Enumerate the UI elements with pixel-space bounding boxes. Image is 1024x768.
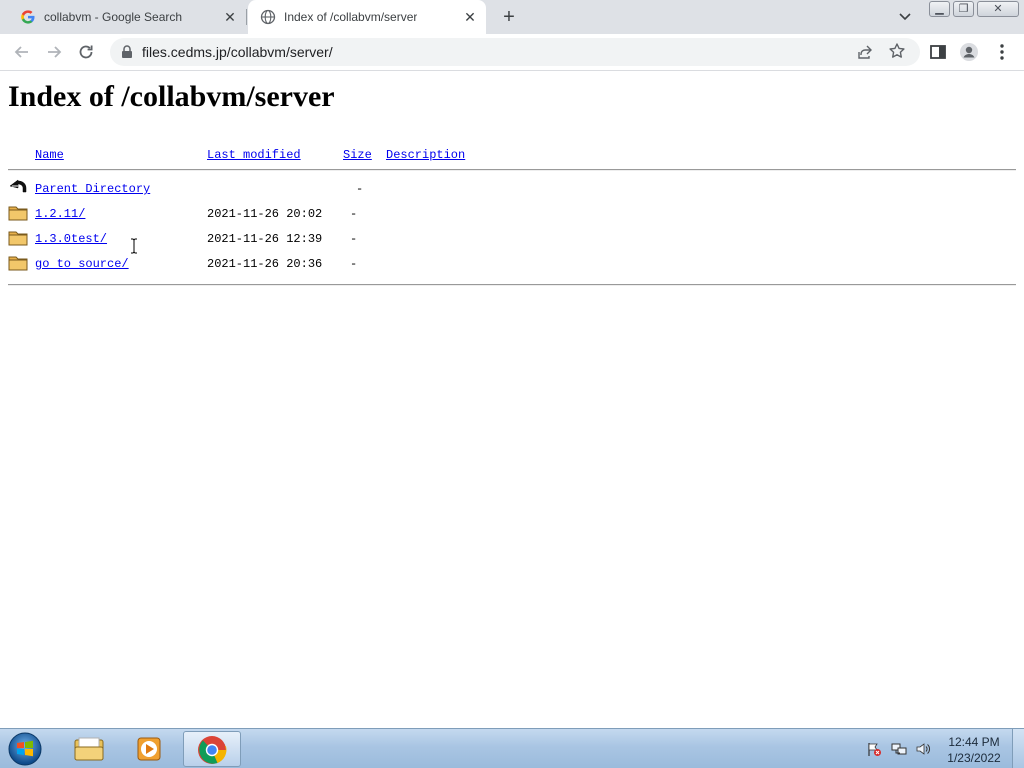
taskbar: 12:44 PM 1/23/2022 bbox=[0, 728, 1024, 768]
clock-time: 12:44 PM bbox=[948, 735, 1000, 749]
window-close-button[interactable]: ✕ bbox=[977, 1, 1019, 17]
explorer-icon bbox=[74, 737, 104, 761]
tab-title: collabvm - Google Search bbox=[44, 10, 183, 24]
windows-start-orb-icon[interactable] bbox=[6, 731, 44, 767]
column-header-name[interactable]: Name bbox=[35, 148, 64, 162]
lock-icon[interactable] bbox=[121, 45, 133, 59]
folder-link[interactable]: go to source/ bbox=[35, 257, 129, 271]
menu-kebab-icon[interactable] bbox=[992, 42, 1012, 62]
taskbar-explorer-button[interactable] bbox=[60, 731, 118, 767]
profile-avatar-icon[interactable] bbox=[959, 42, 979, 62]
column-header-description[interactable]: Description bbox=[386, 148, 465, 162]
show-desktop-button[interactable] bbox=[1012, 729, 1024, 768]
tab-close-icon[interactable]: ✕ bbox=[462, 9, 478, 25]
parent-directory-link[interactable]: Parent Directory bbox=[35, 182, 150, 196]
folder-icon bbox=[8, 206, 28, 221]
tab-close-icon[interactable]: ✕ bbox=[222, 9, 238, 25]
network-icon[interactable] bbox=[891, 741, 907, 757]
tab-index-of-server[interactable]: Index of /collabvm/server ✕ bbox=[248, 0, 486, 34]
footer-divider bbox=[8, 284, 1016, 286]
tab-separator bbox=[246, 9, 247, 25]
row-last-modified: 2021-11-26 20:02 bbox=[207, 207, 323, 221]
volume-icon[interactable] bbox=[915, 741, 931, 757]
taskbar-media-player-button[interactable] bbox=[121, 731, 179, 767]
row-last-modified: 2021-11-26 20:36 bbox=[207, 257, 323, 271]
new-tab-icon[interactable]: + bbox=[499, 7, 519, 27]
back-icon[interactable] bbox=[12, 42, 32, 62]
action-center-flag-icon[interactable] bbox=[866, 741, 882, 757]
clock-date: 1/23/2022 bbox=[947, 751, 1001, 765]
list-item: go to source/ 2021-11-26 20:36 - bbox=[0, 252, 1024, 276]
browser-toolbar: files.cedms.jp/collabvm/server/ bbox=[0, 34, 1024, 71]
address-bar[interactable]: files.cedms.jp/collabvm/server/ bbox=[110, 38, 920, 66]
row-last-modified: 2021-11-26 12:39 bbox=[207, 232, 323, 246]
row-size: - bbox=[356, 182, 364, 196]
row-size: - bbox=[350, 207, 358, 221]
tab-strip: collabvm - Google Search ✕ Index of /col… bbox=[0, 0, 1024, 34]
chrome-icon bbox=[198, 736, 227, 764]
back-arrow-icon bbox=[9, 179, 27, 193]
column-header-last-modified[interactable]: Last modified bbox=[207, 148, 301, 162]
media-player-icon bbox=[137, 737, 161, 761]
folder-icon bbox=[8, 256, 28, 271]
taskbar-chrome-button[interactable] bbox=[183, 731, 241, 767]
forward-icon[interactable] bbox=[44, 42, 64, 62]
google-g-icon bbox=[21, 10, 35, 24]
text-cursor-icon bbox=[131, 238, 137, 254]
folder-link[interactable]: 1.2.11/ bbox=[35, 207, 85, 221]
share-icon[interactable] bbox=[857, 44, 873, 60]
bookmark-star-icon[interactable] bbox=[888, 42, 906, 60]
tab-title: Index of /collabvm/server bbox=[284, 10, 418, 24]
list-item: 1.3.0test/ 2021-11-26 12:39 - bbox=[0, 227, 1024, 251]
system-clock[interactable]: 12:44 PM 1/23/2022 bbox=[940, 734, 1008, 766]
column-header-size[interactable]: Size bbox=[343, 148, 372, 162]
folder-link[interactable]: 1.3.0test/ bbox=[35, 232, 107, 246]
page-content: Index of /collabvm/server Name Last modi… bbox=[0, 72, 1024, 728]
list-item: 1.2.11/ 2021-11-26 20:02 - bbox=[0, 202, 1024, 226]
tab-google-search[interactable]: collabvm - Google Search ✕ bbox=[8, 0, 246, 34]
tab-search-chevron-icon[interactable] bbox=[896, 9, 914, 25]
window-restore-button[interactable]: ❐ bbox=[953, 1, 974, 17]
reload-icon[interactable] bbox=[76, 42, 96, 62]
header-divider bbox=[8, 169, 1016, 171]
url-text[interactable]: files.cedms.jp/collabvm/server/ bbox=[142, 44, 333, 60]
list-item: Parent Directory - bbox=[0, 177, 1024, 201]
page-title: Index of /collabvm/server bbox=[8, 80, 335, 113]
row-size: - bbox=[350, 257, 358, 271]
folder-icon bbox=[8, 231, 28, 246]
window-minimize-button[interactable]: ▁ bbox=[929, 1, 950, 17]
side-panel-icon[interactable] bbox=[928, 42, 948, 62]
globe-icon bbox=[260, 9, 276, 25]
row-size: - bbox=[350, 232, 358, 246]
